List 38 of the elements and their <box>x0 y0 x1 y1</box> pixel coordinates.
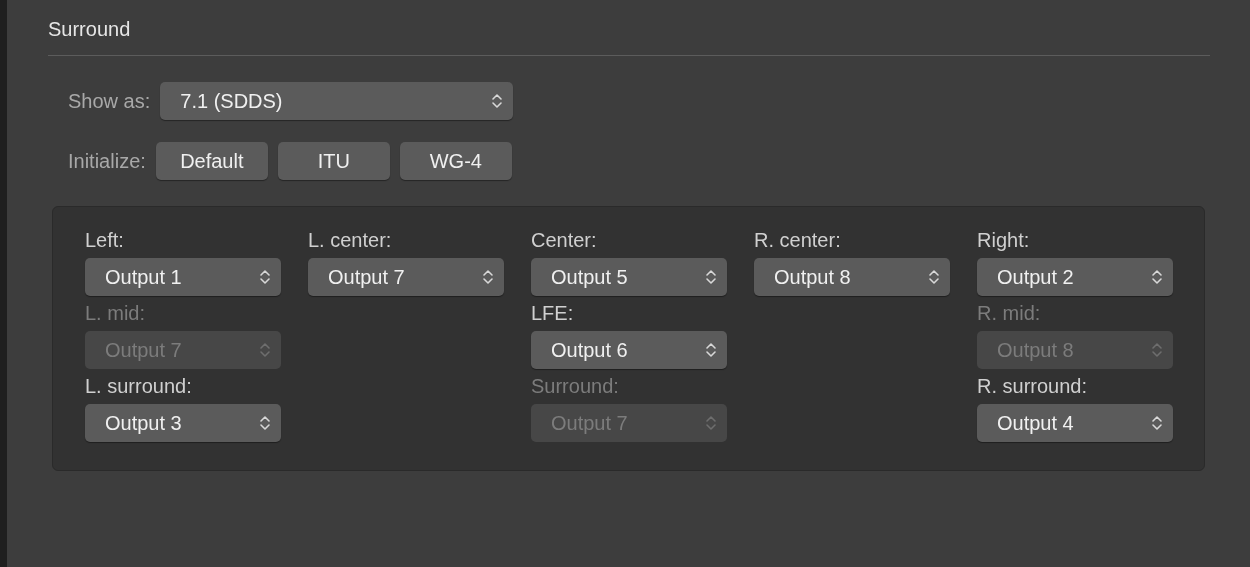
chevrons-icon <box>928 268 940 286</box>
output-popup[interactable]: Output 5 <box>531 258 727 296</box>
chevrons-icon <box>259 414 271 432</box>
initialize-button[interactable]: Default <box>155 142 268 180</box>
chevrons-icon <box>491 92 504 110</box>
output-popup[interactable]: Output 6 <box>531 331 727 369</box>
channel-label: L. surround: <box>85 375 193 398</box>
show-as-label: Show as: <box>68 89 151 113</box>
channel-label: L. center: <box>308 229 393 252</box>
channel-label: L. mid: <box>85 302 147 325</box>
chevrons-icon <box>1151 268 1163 286</box>
chevrons-icon <box>705 341 717 359</box>
initialize-label: Initialize: <box>68 149 146 173</box>
output-popup[interactable]: Output 7 <box>308 258 504 296</box>
channel-label: LFE: <box>531 302 575 325</box>
section-title: Surround <box>48 18 132 42</box>
chevrons-icon <box>482 268 494 286</box>
initialize-button[interactable]: ITU <box>277 142 390 180</box>
chevrons-icon <box>705 268 717 286</box>
output-popup[interactable]: Output 3 <box>85 404 281 442</box>
chevrons-icon <box>1151 414 1163 432</box>
chevrons-icon <box>259 268 271 286</box>
channel-label: Left: <box>85 229 125 252</box>
show-as-popup[interactable]: 7.1 (SDDS) <box>160 82 514 120</box>
output-popup[interactable]: Output 4 <box>977 404 1173 442</box>
output-popup[interactable]: Output 1 <box>85 258 281 296</box>
chevrons-icon <box>705 414 717 432</box>
output-popup[interactable]: Output 2 <box>977 258 1173 296</box>
channel-label: R. surround: <box>977 375 1089 398</box>
channel-label: R. center: <box>754 229 842 252</box>
channel-label: Surround: <box>531 375 620 398</box>
chevrons-icon <box>1151 341 1163 359</box>
chevrons-icon <box>259 341 271 359</box>
channel-label: Right: <box>977 229 1031 252</box>
channel-label: R. mid: <box>977 302 1042 325</box>
initialize-button[interactable]: WG-4 <box>399 142 512 180</box>
channel-label: Center: <box>531 229 598 252</box>
output-popup[interactable]: Output 8 <box>754 258 950 296</box>
